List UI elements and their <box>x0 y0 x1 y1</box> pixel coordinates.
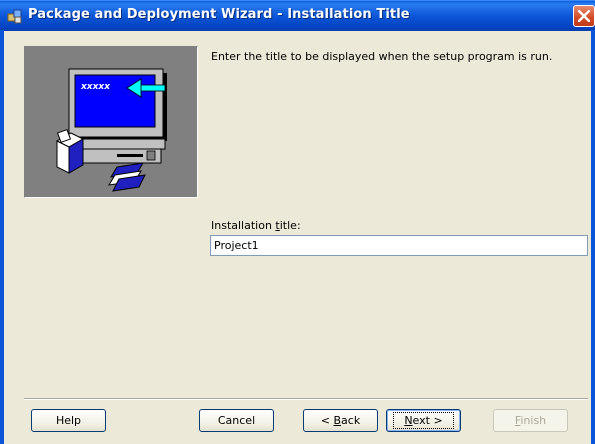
label-part: itle: <box>279 219 301 232</box>
next-focus: Next > <box>393 412 454 429</box>
next-label: ext > <box>412 414 443 427</box>
cancel-button[interactable]: Cancel <box>199 409 274 432</box>
computer-illustration-icon: xxxxx <box>55 68 167 192</box>
close-button[interactable] <box>573 5 595 27</box>
finish-button[interactable]: Finish <box>493 409 568 432</box>
installation-title-label: Installation title: <box>211 219 301 232</box>
back-label: < <box>320 414 334 427</box>
back-label: ack <box>341 414 361 427</box>
window-frame-left <box>0 30 4 444</box>
close-icon <box>578 10 590 22</box>
button-separator <box>24 398 588 400</box>
package-wizard-icon <box>6 7 24 25</box>
back-button[interactable]: < Back <box>303 409 378 432</box>
label-part: Installation <box>211 219 276 232</box>
next-button[interactable]: Next > <box>386 409 461 432</box>
screen-label: xxxxx <box>80 82 111 92</box>
finish-label: inish <box>520 414 547 427</box>
window-frame-right <box>591 30 595 444</box>
title-bar[interactable]: Package and Deployment Wizard - Installa… <box>0 0 595 31</box>
next-accelerator: N <box>404 414 413 427</box>
wizard-illustration: xxxxx <box>24 46 198 198</box>
instruction-text: Enter the title to be displayed when the… <box>211 50 553 63</box>
window-title: Package and Deployment Wizard - Installa… <box>28 7 410 22</box>
help-button[interactable]: Help <box>31 409 106 432</box>
back-accelerator: B <box>333 414 342 427</box>
installation-title-input[interactable] <box>210 235 588 256</box>
